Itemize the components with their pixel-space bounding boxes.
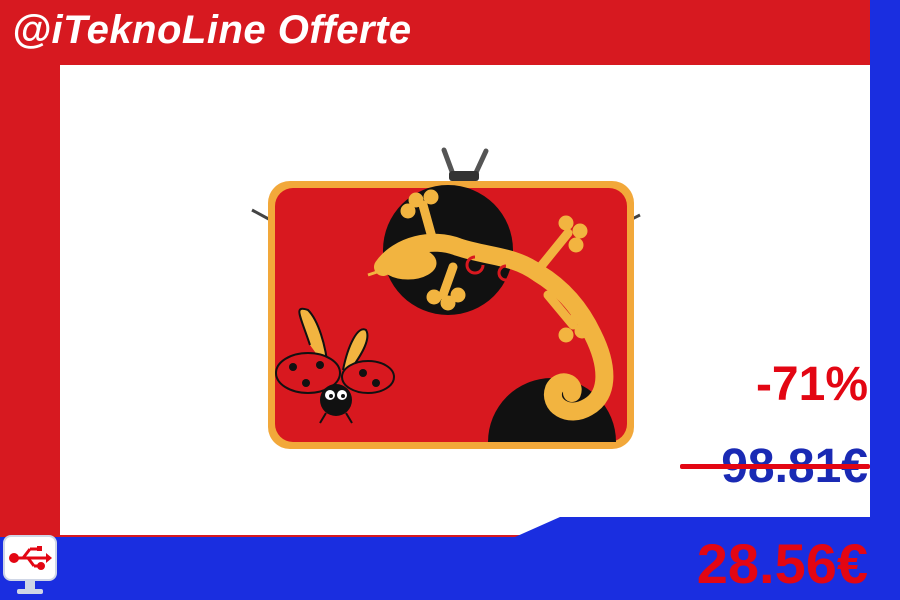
strikethrough-line [680,464,870,469]
new-price: 28.56€ [696,532,868,595]
ad-frame: @iTeknoLine Offerte -71% 98.81€ 28.56€ [0,0,900,600]
brand-title: @iTeknoLine Offerte [12,8,412,52]
usb-monitor-icon [3,535,57,594]
discount-badge: -71% [755,358,868,411]
blue-side-stripe [870,0,900,600]
zipper-pull-icon [441,147,489,181]
product-image [251,147,641,449]
